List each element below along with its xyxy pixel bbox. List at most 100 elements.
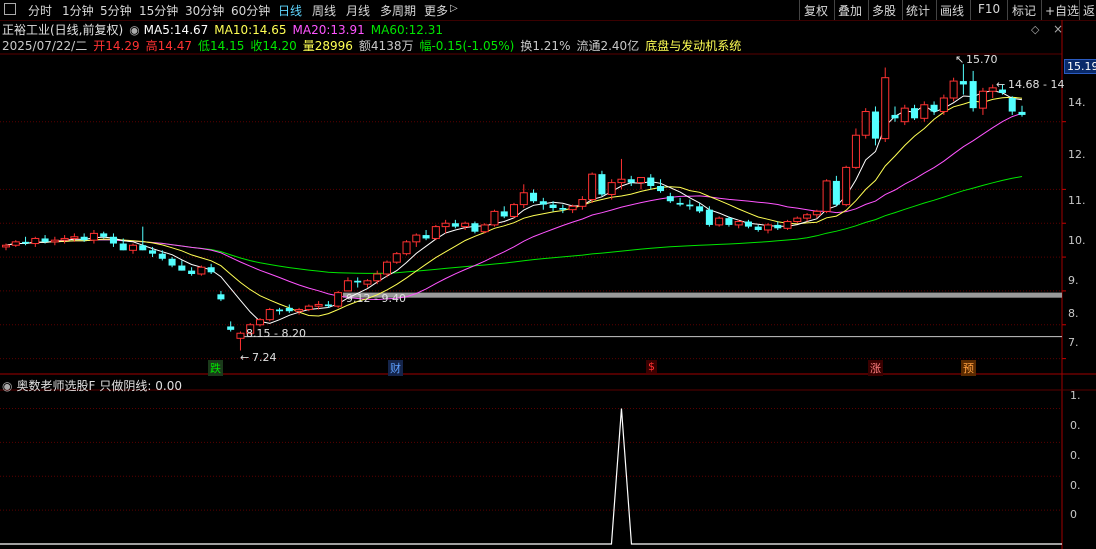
candle-body (755, 227, 762, 230)
y-axis-label: 8. (1068, 307, 1079, 320)
candle-body (305, 306, 312, 309)
candle-body (100, 233, 107, 236)
candle-body (1009, 98, 1016, 112)
candle-body (12, 242, 19, 245)
indicator-axis-label: 1. (1070, 389, 1081, 402)
candle-body (237, 333, 244, 338)
candle-body (423, 235, 430, 238)
candle-body (804, 215, 811, 218)
close-icon[interactable]: × (1053, 22, 1063, 36)
candle-body (110, 237, 117, 244)
candle-body (520, 193, 527, 205)
candle-body (159, 254, 166, 259)
candle-body (256, 320, 263, 325)
candle-body (940, 98, 947, 112)
candle-body (559, 208, 566, 210)
candle-body (979, 91, 986, 108)
candle-body (852, 135, 859, 167)
candlesticks (2, 64, 1025, 350)
candle-body (931, 105, 938, 112)
candle-body (188, 271, 195, 274)
candle-body (452, 223, 459, 226)
candle-body (579, 200, 586, 207)
event-marker-rise[interactable]: 涨 (868, 360, 883, 376)
y-axis-label: 14. (1068, 96, 1086, 109)
candle-body (784, 222, 791, 229)
recent-range-annotation: 14.68 - 14 (1008, 78, 1064, 91)
indicator-axis-label: 0. (1070, 479, 1081, 492)
candle-body (364, 281, 371, 284)
indicator-axis-label: 0. (1070, 449, 1081, 462)
event-marker-fall[interactable]: 跌 (208, 360, 223, 376)
candle-body (735, 222, 742, 225)
candle-body (178, 266, 185, 271)
candle-body (413, 235, 420, 242)
candle-body (862, 112, 869, 136)
candle-body (628, 179, 635, 182)
candle-body (403, 242, 410, 254)
candle-body (970, 81, 977, 108)
candle-body (42, 238, 49, 241)
candle-body (335, 293, 342, 307)
ma60-line (6, 177, 1022, 274)
candle-body (589, 174, 596, 199)
candle-body (960, 81, 967, 84)
indicator-axis-label: 0 (1070, 508, 1077, 521)
candle-body (618, 179, 625, 182)
band-range-annotation: 9.12 - 9.40 (346, 292, 406, 305)
candle-body (657, 186, 664, 191)
candle-body (325, 304, 332, 306)
diamond-icon[interactable]: ◇ (1031, 23, 1039, 36)
candle-body (843, 167, 850, 204)
candle-body (637, 178, 644, 183)
candle-body (501, 211, 508, 216)
candle-body (491, 211, 498, 225)
band-range-annotation: 8.15 - 8.20 (246, 327, 306, 340)
candle-body (530, 193, 537, 201)
candle-body (481, 225, 488, 232)
candle-body (471, 223, 478, 231)
candle-body (81, 237, 88, 240)
candle-body (462, 223, 469, 226)
candle-body (32, 238, 39, 243)
support-band (343, 293, 1062, 298)
y-axis-label: 12. (1068, 148, 1086, 161)
candle-body (2, 245, 9, 247)
indicator-axis-label: 0. (1070, 419, 1081, 432)
event-marker-finance[interactable]: 财 (388, 360, 403, 376)
candle-body (22, 242, 29, 244)
candle-body (266, 310, 273, 320)
candle-body (608, 183, 615, 195)
candle-body (950, 81, 957, 98)
kline-chart[interactable] (0, 0, 1096, 549)
y-axis-label: 11. (1068, 194, 1086, 207)
high-price-annotation: 15.70 (966, 53, 998, 66)
candle-body (911, 108, 918, 118)
candle-body (383, 262, 390, 274)
candle-body (706, 210, 713, 225)
candle-body (61, 238, 68, 240)
candle-body (198, 267, 205, 274)
candle-body (696, 206, 703, 211)
candle-body (510, 205, 517, 217)
candle-body (677, 203, 684, 205)
candle-body (686, 205, 693, 207)
event-marker-dollar[interactable]: $ (646, 360, 657, 373)
event-marker-forecast[interactable]: 预 (961, 360, 976, 376)
candle-body (774, 225, 781, 228)
candle-body (891, 115, 898, 118)
candle-body (725, 218, 732, 225)
candle-body (598, 174, 605, 194)
candle-body (374, 274, 381, 281)
candle-body (823, 181, 830, 211)
candle-body (393, 254, 400, 262)
candle-body (882, 78, 889, 139)
candle-body (901, 108, 908, 122)
candle-body (286, 308, 293, 311)
y-axis-label: 7. (1068, 336, 1079, 349)
low-price-annotation: 7.24 (252, 351, 277, 364)
candle-body (296, 310, 303, 312)
chevron-down-icon[interactable]: ◉ (2, 379, 12, 393)
indicator-header: ◉奥数老师选股F只做阴线: 0.00 (2, 377, 182, 394)
chart-grid (0, 20, 1096, 549)
